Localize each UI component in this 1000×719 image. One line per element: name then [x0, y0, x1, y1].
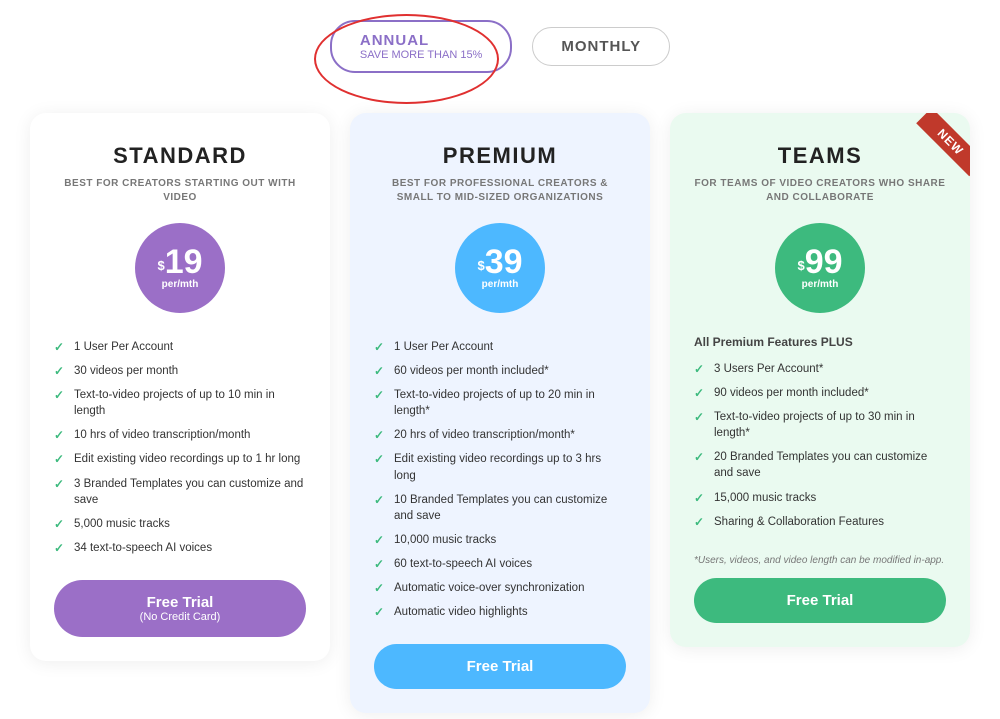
list-item: 1 User Per Account — [374, 335, 626, 359]
teams-cta-button[interactable]: Free Trial — [694, 578, 946, 623]
standard-price-circle: $ 19 per/mth — [135, 223, 225, 313]
list-item: Automatic video highlights — [374, 600, 626, 624]
standard-price: 19 — [165, 245, 203, 279]
standard-features-list: 1 User Per Account 30 videos per month T… — [54, 335, 306, 560]
billing-toggle: ANNUAL SAVE MORE THAN 15% MONTHLY — [0, 0, 1000, 83]
list-item: 3 Users Per Account* — [694, 357, 946, 381]
list-item: 60 text-to-speech AI voices — [374, 552, 626, 576]
list-item: 30 videos per month — [54, 359, 306, 383]
premium-cta-button[interactable]: Free Trial — [374, 644, 626, 689]
premium-plan-subtitle: BEST FOR PROFESSIONAL CREATORS & SMALL T… — [374, 177, 626, 205]
teams-intro-text: All Premium Features PLUS — [694, 335, 946, 349]
premium-cta-label: Free Trial — [467, 658, 534, 675]
list-item: Text-to-video projects of up to 30 min i… — [694, 405, 946, 445]
list-item: 10,000 music tracks — [374, 528, 626, 552]
list-item: 3 Branded Templates you can customize an… — [54, 472, 306, 512]
list-item: Automatic voice-over synchronization — [374, 576, 626, 600]
teams-price-circle: $ 99 per/mth — [775, 223, 865, 313]
teams-dollar: $ — [797, 259, 804, 272]
list-item: 60 videos per month included* — [374, 359, 626, 383]
list-item: 10 Branded Templates you can customize a… — [374, 488, 626, 528]
plans-container: STANDARD BEST FOR CREATORS STARTING OUT … — [0, 83, 1000, 713]
annual-label: ANNUAL — [360, 32, 482, 49]
teams-price: 99 — [805, 245, 843, 279]
monthly-toggle-btn[interactable]: MONTHLY — [532, 27, 670, 66]
premium-price: 39 — [485, 245, 523, 279]
standard-per: per/mth — [162, 279, 199, 291]
list-item: 90 videos per month included* — [694, 381, 946, 405]
premium-plan-title: PREMIUM — [374, 143, 626, 169]
annual-sublabel: SAVE MORE THAN 15% — [360, 49, 482, 61]
premium-plan-card: PREMIUM BEST FOR PROFESSIONAL CREATORS &… — [350, 113, 650, 713]
teams-note-text: *Users, videos, and video length can be … — [694, 554, 946, 568]
premium-features-list: 1 User Per Account 60 videos per month i… — [374, 335, 626, 624]
list-item: Text-to-video projects of up to 20 min i… — [374, 383, 626, 423]
standard-plan-card: STANDARD BEST FOR CREATORS STARTING OUT … — [30, 113, 330, 661]
list-item: Sharing & Collaboration Features — [694, 510, 946, 534]
premium-dollar: $ — [477, 259, 484, 272]
page-wrapper: ANNUAL SAVE MORE THAN 15% MONTHLY STANDA… — [0, 0, 1000, 713]
list-item: 34 text-to-speech AI voices — [54, 536, 306, 560]
new-badge — [890, 113, 970, 193]
list-item: 10 hrs of video transcription/month — [54, 423, 306, 447]
list-item: 20 Branded Templates you can customize a… — [694, 445, 946, 485]
standard-cta-sub: (No Credit Card) — [68, 611, 292, 623]
teams-cta-label: Free Trial — [787, 592, 854, 609]
list-item: 1 User Per Account — [54, 335, 306, 359]
teams-features-list: 3 Users Per Account* 90 videos per month… — [694, 357, 946, 534]
premium-price-circle: $ 39 per/mth — [455, 223, 545, 313]
list-item: Edit existing video recordings up to 1 h… — [54, 447, 306, 471]
standard-plan-title: STANDARD — [54, 143, 306, 169]
list-item: 5,000 music tracks — [54, 512, 306, 536]
list-item: 15,000 music tracks — [694, 486, 946, 510]
teams-per: per/mth — [802, 279, 839, 291]
annual-toggle-btn[interactable]: ANNUAL SAVE MORE THAN 15% — [330, 20, 512, 73]
standard-cta-label: Free Trial — [147, 594, 214, 611]
standard-dollar: $ — [157, 259, 164, 272]
list-item: Text-to-video projects of up to 10 min i… — [54, 383, 306, 423]
premium-per: per/mth — [482, 279, 519, 291]
standard-cta-button[interactable]: Free Trial (No Credit Card) — [54, 580, 306, 637]
standard-plan-subtitle: BEST FOR CREATORS STARTING OUT WITH VIDE… — [54, 177, 306, 205]
teams-plan-card: TEAMS FOR TEAMS OF VIDEO CREATORS WHO SH… — [670, 113, 970, 647]
list-item: 20 hrs of video transcription/month* — [374, 423, 626, 447]
list-item: Edit existing video recordings up to 3 h… — [374, 447, 626, 487]
